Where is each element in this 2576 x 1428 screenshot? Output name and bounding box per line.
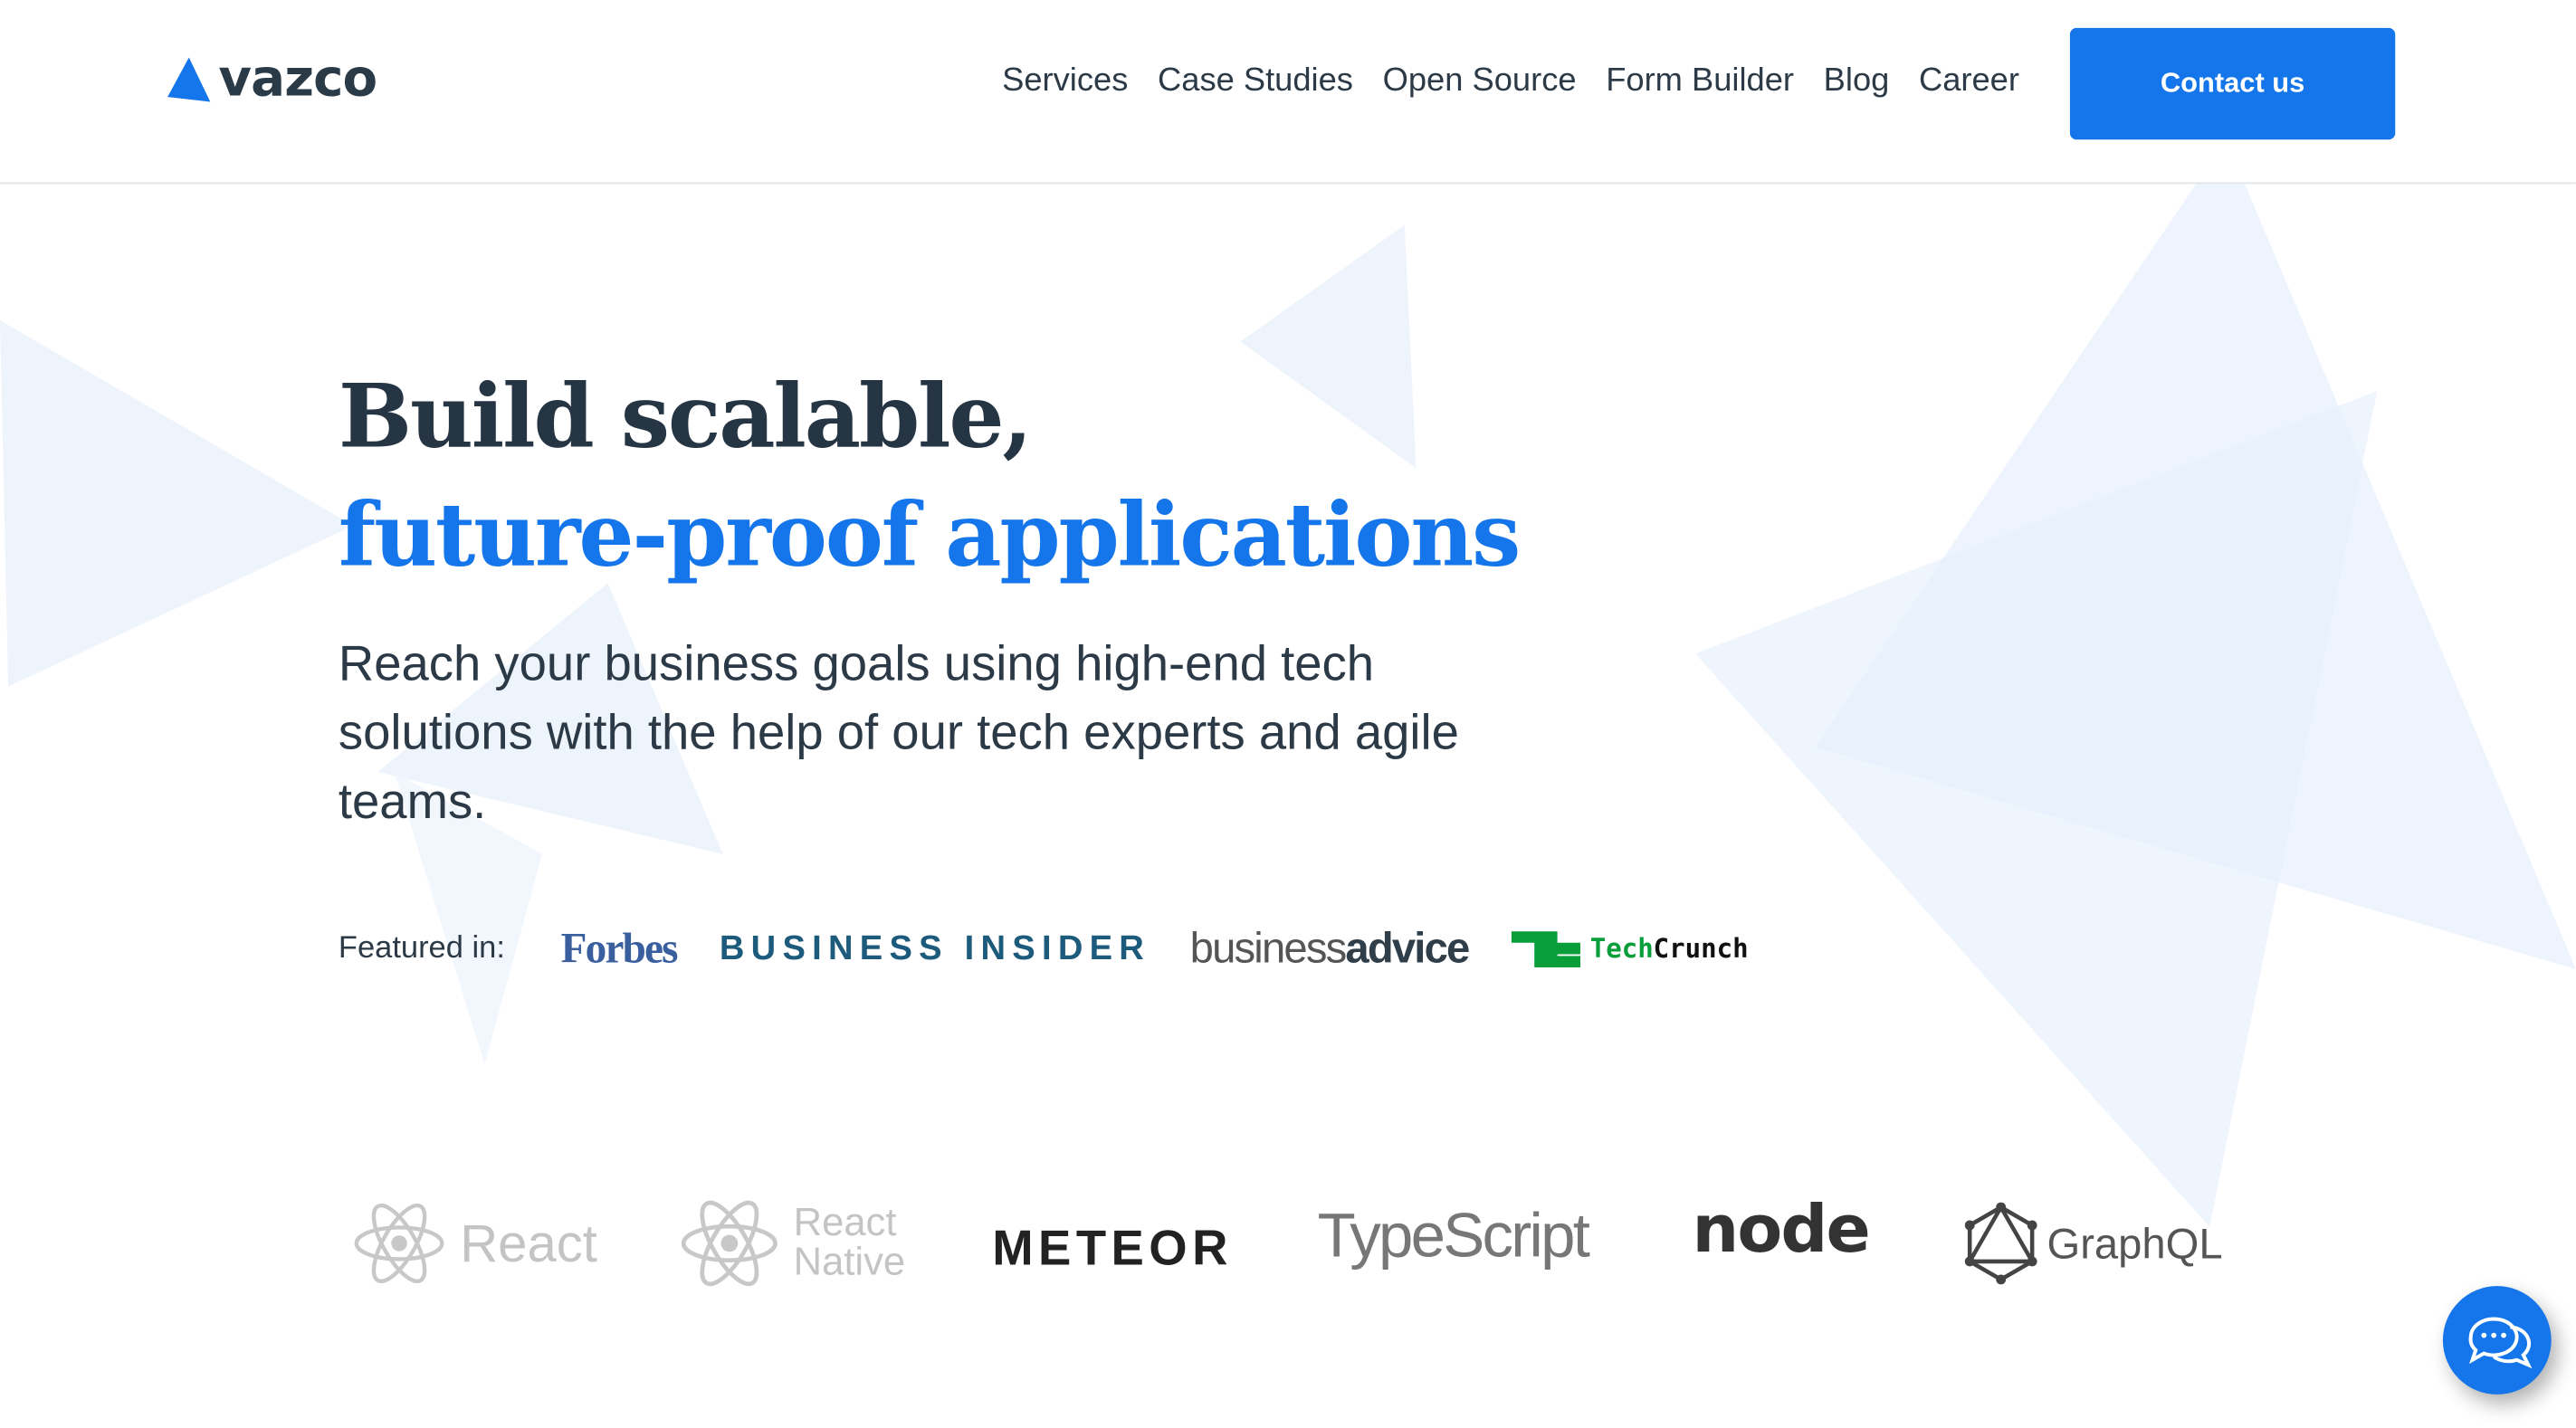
meteor-logo: METEOR bbox=[992, 1222, 1233, 1277]
chat-bubbles-icon bbox=[2468, 1317, 2533, 1369]
vazco-logo[interactable]: vazco bbox=[166, 49, 377, 109]
businessadvice-bold: advice bbox=[1345, 923, 1470, 973]
logo-triangle-icon bbox=[167, 57, 211, 102]
techcrunch-tech: Tech bbox=[1589, 932, 1654, 965]
react-native-logo: React Native bbox=[679, 1195, 906, 1290]
hero-title-line1: Build scalable, bbox=[338, 366, 1033, 469]
business-insider-logo: BUSINESS INSIDER bbox=[719, 928, 1151, 967]
featured-in: Featured in: Forbes BUSINESS INSIDER bus… bbox=[339, 923, 1749, 974]
contact-us-button[interactable]: Contact us bbox=[2069, 27, 2396, 140]
hero-title-line2: future-proof applications bbox=[338, 484, 1521, 586]
techcrunch-crunch: Crunch bbox=[1653, 932, 1749, 965]
hero-subtitle: Reach your business goals using high-end… bbox=[338, 637, 1459, 830]
nodejs-logo: node bbox=[1692, 1192, 1870, 1269]
hero-title: Build scalable, future-proof application… bbox=[338, 358, 1521, 595]
nav-blog[interactable]: Blog bbox=[1824, 62, 1890, 100]
nav-services[interactable]: Services bbox=[1002, 62, 1128, 100]
nav-open-source[interactable]: Open Source bbox=[1383, 62, 1577, 100]
nav-case-studies[interactable]: Case Studies bbox=[1158, 62, 1353, 100]
typescript-logo: TypeScript bbox=[1317, 1202, 1590, 1271]
react-label: React bbox=[460, 1213, 597, 1272]
forbes-logo: Forbes bbox=[560, 923, 679, 972]
techcrunch-logo: TechCrunch bbox=[1511, 930, 1749, 967]
react-logo: React bbox=[351, 1199, 597, 1288]
graphql-logo: GraphQL bbox=[1964, 1202, 2223, 1285]
nav-career[interactable]: Career bbox=[1919, 62, 2019, 100]
site-header: vazco Services Case Studies Open Source … bbox=[0, 0, 2576, 185]
main-nav: Services Case Studies Open Source Form B… bbox=[1002, 62, 2019, 100]
businessadvice-light: business bbox=[1189, 923, 1348, 973]
react-native-label-1: React bbox=[793, 1200, 897, 1245]
logo-text: vazco bbox=[218, 49, 377, 109]
graphql-icon bbox=[1964, 1202, 2037, 1285]
businessadvice-logo: businessadvice bbox=[1189, 923, 1471, 974]
nav-form-builder[interactable]: Form Builder bbox=[1606, 62, 1794, 100]
react-native-label-2: Native bbox=[793, 1240, 906, 1285]
react-native-atom-icon bbox=[681, 1200, 778, 1287]
techcrunch-tc-icon bbox=[1511, 930, 1580, 967]
react-atom-icon bbox=[354, 1203, 444, 1283]
technology-logos: React React Native METEOR TypeScript node… bbox=[0, 1183, 2576, 1314]
featured-label: Featured in: bbox=[338, 930, 505, 966]
chat-button[interactable] bbox=[2442, 1286, 2552, 1395]
graphql-label: GraphQL bbox=[2046, 1217, 2223, 1268]
